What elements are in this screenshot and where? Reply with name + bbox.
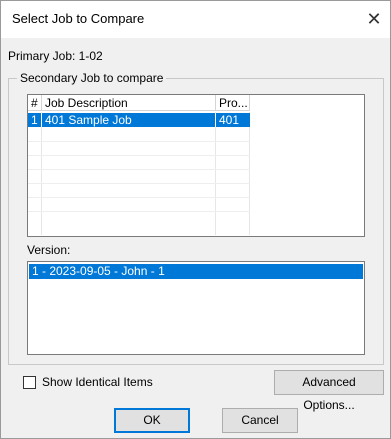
ok-button[interactable]: OK [114, 408, 190, 433]
row-number: 1 [28, 113, 42, 127]
grid-divider [249, 112, 250, 235]
column-header-number[interactable]: # [28, 95, 42, 111]
job-list[interactable]: # Job Description Pro... 1 401 Sample Jo… [27, 94, 365, 237]
grid-divider [41, 112, 42, 235]
dialog-title: Select Job to Compare [12, 11, 145, 26]
primary-job-label: Primary Job: 1-02 [8, 49, 103, 63]
grid-divider [215, 112, 216, 235]
grid-line [28, 197, 250, 198]
secondary-job-legend: Secondary Job to compare [17, 71, 167, 85]
grid-line [28, 183, 250, 184]
row-pro: 401 [219, 113, 240, 127]
select-job-dialog: Select Job to Compare ✕ Primary Job: 1-0… [0, 0, 391, 439]
grid-line [28, 141, 250, 142]
version-label: Version: [27, 243, 71, 257]
version-list[interactable]: 1 - 2023-09-05 - John - 1 [27, 261, 365, 355]
column-header-pro[interactable]: Pro... [216, 95, 250, 111]
grid-line [28, 169, 250, 170]
list-item[interactable]: 1 - 2023-09-05 - John - 1 [29, 264, 363, 279]
show-identical-option[interactable]: Show Identical Items [23, 375, 153, 389]
show-identical-checkbox[interactable] [23, 375, 36, 389]
row-job-description: 401 Sample Job [42, 113, 216, 127]
advanced-options-button[interactable]: Advanced Options... [274, 370, 384, 412]
table-row[interactable]: 1 401 Sample Job 401 [28, 113, 250, 127]
title-bar: Select Job to Compare ✕ [1, 1, 390, 38]
cancel-button[interactable]: Cancel [222, 408, 298, 433]
column-header-job-description[interactable]: Job Description [42, 95, 216, 111]
close-icon[interactable]: ✕ [360, 5, 388, 33]
job-list-header: # Job Description Pro... [28, 95, 364, 112]
grid-line [28, 211, 250, 212]
show-identical-label: Show Identical Items [42, 375, 153, 389]
grid-line [28, 155, 250, 156]
